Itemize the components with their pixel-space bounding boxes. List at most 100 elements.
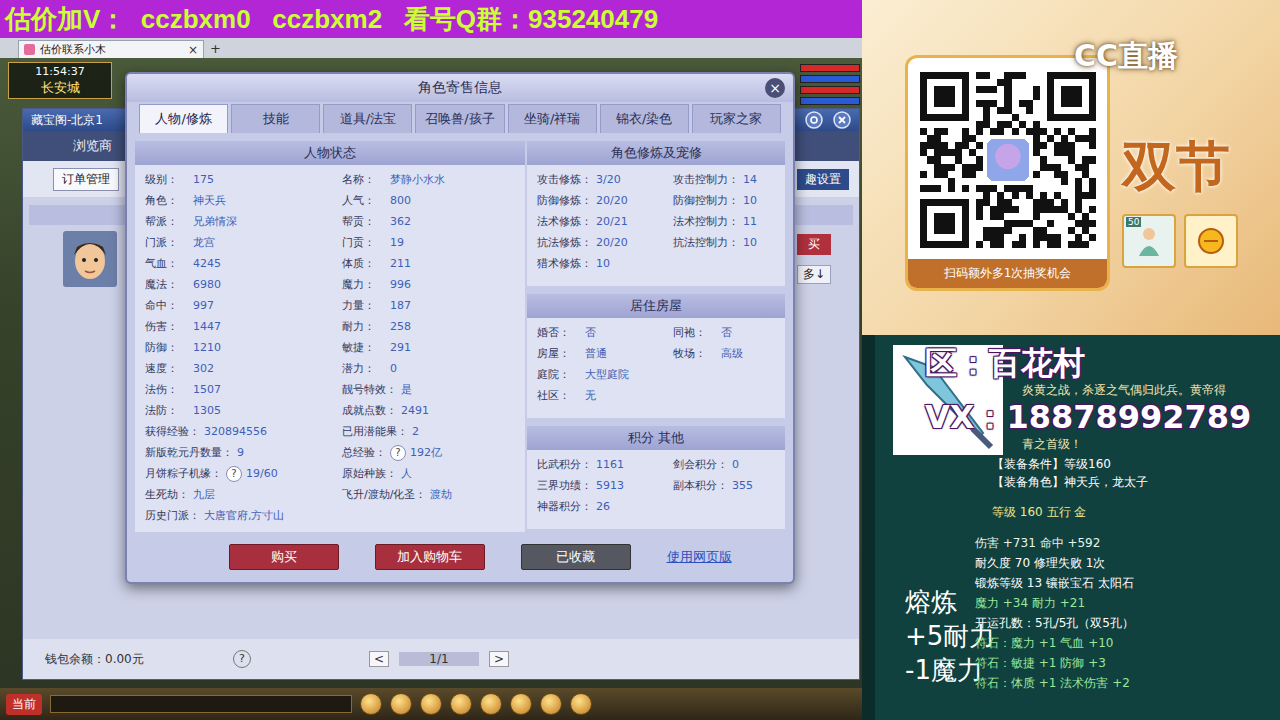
dialog-tab[interactable]: 坐骑/祥瑞 <box>508 104 597 133</box>
stat-value: 997 <box>193 299 214 312</box>
stat-cell: 副本积分：355 <box>673 478 775 493</box>
listing-actions: 买多↓ <box>797 234 831 284</box>
location-box: 11:54:37长安城 <box>8 62 112 99</box>
prev-page-button[interactable]: < <box>369 651 389 667</box>
shortcut-icon[interactable] <box>540 693 562 715</box>
reward-card[interactable]: 50 <box>1122 214 1176 268</box>
stat-rows: 比武积分：1161剑会积分：0三界功绩：5913副本积分：355神器积分：26 <box>527 450 785 517</box>
dialog-tab[interactable]: 玩家之家 <box>692 104 781 133</box>
stat-label: 气血： <box>145 256 189 271</box>
stat-row: 帮派：兄弟情深帮贡：362 <box>135 211 525 232</box>
dialog-tab[interactable]: 技能 <box>231 104 320 133</box>
stat-label: 神器积分： <box>537 499 592 514</box>
stat-cell: 三界功绩：5913 <box>537 478 673 493</box>
stat-cell: 法伤：1507 <box>145 382 342 397</box>
shortcut-icon[interactable] <box>360 693 382 715</box>
stat-label: 总经验： <box>342 445 386 460</box>
current-channel-button[interactable]: 当前 <box>6 694 42 715</box>
info-section: 角色修炼及宠修攻击修炼：3/20攻击控制力：14防御修炼：20/20防御控制力：… <box>527 141 785 286</box>
stat-label: 抗法修炼： <box>537 235 592 250</box>
shortcut-icon[interactable] <box>570 693 592 715</box>
stat-value: 1305 <box>193 404 221 417</box>
promo-side: 双节50 <box>1122 55 1238 335</box>
stat-label: 猎术修炼： <box>537 256 592 271</box>
stat-value: 14 <box>743 173 757 186</box>
stat-label: 潜力： <box>342 361 386 376</box>
stat-cell: 力量：187 <box>342 298 515 313</box>
buy-button[interactable]: 买 <box>797 234 831 255</box>
stat-value: 4245 <box>193 257 221 270</box>
stat-value: 10 <box>743 194 757 207</box>
stat-cell: 房屋：普通 <box>537 346 673 361</box>
stat-cell: 比武积分：1161 <box>537 457 673 472</box>
stat-cell: 名称：梦静小水水 <box>342 172 515 187</box>
stat-cell: 抗法控制力：10 <box>673 235 775 250</box>
stat-row: 级别：175名称：梦静小水水 <box>135 169 525 190</box>
qr-card[interactable]: 扫码额外多1次抽奖机会 <box>905 55 1110 291</box>
shortcut-icon[interactable] <box>390 693 412 715</box>
help-button[interactable]: ? <box>233 650 251 668</box>
gear-icon[interactable] <box>805 111 823 129</box>
dialog-tab[interactable]: 召唤兽/孩子 <box>415 104 504 133</box>
stat-cell: 帮贡：362 <box>342 214 515 229</box>
settings-button[interactable]: 趣设置 <box>797 169 849 190</box>
game-location: 长安城 <box>41 79 80 96</box>
order-button[interactable]: 订单管理 <box>53 168 119 191</box>
reward-card[interactable] <box>1184 214 1238 268</box>
stat-row: 社区：无 <box>527 385 785 406</box>
stat-row: 法防：1305成就点数：2491 <box>135 400 525 421</box>
web-version-link[interactable]: 使用网页版 <box>667 548 732 566</box>
stat-value: 20/20 <box>596 194 628 207</box>
stat-value: 175 <box>193 173 214 186</box>
contact-label: VX：18878992789 <box>925 399 1280 435</box>
shortcut-icon[interactable] <box>420 693 442 715</box>
dialog-close-button[interactable]: × <box>765 78 785 98</box>
stat-value: 6980 <box>193 278 221 291</box>
shortcut-icon[interactable] <box>480 693 502 715</box>
promo-banner: CC直播扫码额外多1次抽奖机会双节50 <box>862 0 1280 335</box>
action-button[interactable]: 加入购物车 <box>375 544 485 570</box>
help-badge[interactable]: ? <box>390 445 406 461</box>
stat-cell: 新版乾元丹数量：9 <box>145 445 342 460</box>
stat-cell: 门贡：19 <box>342 235 515 250</box>
stream-right: CC直播扫码额外多1次抽奖机会双节50区：百花村炎黄之战，杀逐之气偶归此兵。黄帝… <box>862 0 1280 720</box>
stat-cell: 防御修炼：20/20 <box>537 193 673 208</box>
wallet-balance: 钱包余额：0.00元 <box>45 651 233 668</box>
dialog-tab[interactable]: 人物/修炼 <box>139 104 228 133</box>
new-tab-button[interactable]: + <box>210 40 221 58</box>
attribute-line: 耐久度 70 修理失败 1次 <box>975 553 1280 573</box>
section-title: 积分 其他 <box>527 426 785 450</box>
browse-nav[interactable]: 浏览商 <box>73 137 112 155</box>
shortcut-icon[interactable] <box>510 693 532 715</box>
grade-line: 等级 160 五行 金 <box>975 503 1280 521</box>
help-badge[interactable]: ? <box>226 466 242 482</box>
stat-value: 1210 <box>193 341 221 354</box>
browser-tab[interactable]: 估价联系小木× <box>18 40 204 58</box>
stat-rows: 攻击修炼：3/20攻击控制力：14防御修炼：20/20防御控制力：10法术修炼：… <box>527 165 785 274</box>
more-button[interactable]: 多↓ <box>797 265 831 284</box>
smelt-note: 熔炼+5耐力-1魔力 <box>875 585 975 693</box>
stat-label: 敏捷： <box>342 340 386 355</box>
action-button[interactable]: 已收藏 <box>521 544 631 570</box>
stat-label: 门贡： <box>342 235 386 250</box>
close-icon[interactable] <box>833 111 851 129</box>
next-page-button[interactable]: > <box>489 651 509 667</box>
status-section: 人物状态级别：175名称：梦静小水水角色：神天兵人气：800帮派：兄弟情深帮贡：… <box>135 141 525 532</box>
action-button[interactable]: 购买 <box>229 544 339 570</box>
stat-cell: 角色：神天兵 <box>145 193 342 208</box>
item-tooltip: 区：百花村炎黄之战，杀逐之气偶归此兵。黄帝得VX：18878992789青之首级… <box>862 335 1280 720</box>
chat-input[interactable] <box>50 695 352 713</box>
game-taskbar: 当前 <box>0 688 862 720</box>
dialog-tab[interactable]: 锦衣/染色 <box>600 104 689 133</box>
attribute-line: 魔力 +34 耐力 +21 <box>975 593 1280 613</box>
game-scene: 11:54:37长安城藏宝阁-北京1浏览商订单管理趣设置买多↓钱包余额：0.00… <box>0 58 862 688</box>
mp-bar <box>800 75 860 83</box>
stat-cell: 人气：800 <box>342 193 515 208</box>
stat-cell: 社区：无 <box>537 388 673 403</box>
dialog-tab[interactable]: 道具/法宝 <box>323 104 412 133</box>
shortcut-icon[interactable] <box>450 693 472 715</box>
tab-close-button[interactable]: × <box>188 43 198 57</box>
stat-label: 攻击修炼： <box>537 172 592 187</box>
stat-row: 历史门派：大唐官府,方寸山 <box>135 505 525 526</box>
qr-caption: 扫码额外多1次抽奖机会 <box>908 259 1107 288</box>
